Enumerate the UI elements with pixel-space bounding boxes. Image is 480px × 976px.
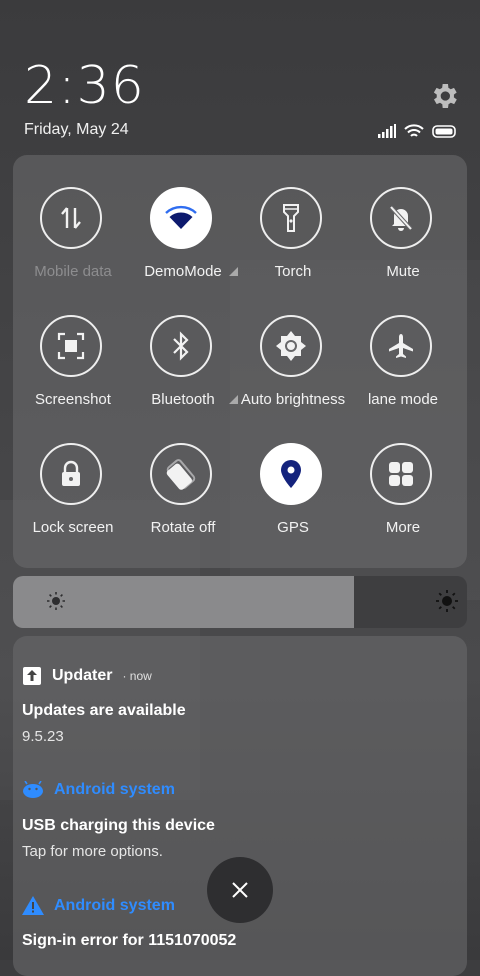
tile-bluetooth[interactable]: Bluetooth xyxy=(128,315,238,435)
tile-auto-brightness[interactable]: Auto brightness xyxy=(238,315,348,435)
airplane-toggle[interactable] xyxy=(370,315,432,377)
lock-toggle[interactable] xyxy=(40,443,102,505)
torch-toggle[interactable] xyxy=(260,187,322,249)
location-pin-toggle[interactable] xyxy=(260,443,322,505)
rotate-icon xyxy=(164,457,198,491)
mute-bell-icon xyxy=(388,204,414,232)
auto-brightness-icon xyxy=(274,329,308,363)
screenshot-icon xyxy=(57,332,85,360)
tile-gps[interactable]: GPS xyxy=(238,443,348,563)
tile-label: More xyxy=(385,519,421,536)
notification-text: 9.5.23 xyxy=(22,728,64,745)
bluetooth-toggle[interactable] xyxy=(150,315,212,377)
notification-title: Updates are available xyxy=(22,702,186,719)
close-icon xyxy=(232,882,248,898)
location-pin-icon xyxy=(280,459,302,489)
status-bar xyxy=(378,122,458,140)
notification-panel xyxy=(13,636,467,976)
tile-screenshot[interactable]: Screenshot xyxy=(18,315,128,435)
notification-title: USB charging this device xyxy=(22,817,215,834)
tile-label: Mute xyxy=(386,263,420,280)
rotate-toggle[interactable] xyxy=(150,443,212,505)
notification-time-value: now xyxy=(129,669,152,683)
clear-all-button[interactable] xyxy=(207,857,273,923)
notification-app-name: Android system xyxy=(54,896,175,914)
grid-toggle[interactable] xyxy=(370,443,432,505)
tile-torch[interactable]: Torch xyxy=(238,187,348,307)
clock: 2:36 xyxy=(24,56,145,116)
wifi-toggle[interactable] xyxy=(150,187,212,249)
tile-rotate-off[interactable]: Rotate off xyxy=(128,443,238,563)
notification-header: Android system xyxy=(22,896,175,915)
signal-icon xyxy=(378,124,396,138)
bluetooth-icon xyxy=(171,331,191,361)
wifi-status-icon xyxy=(404,123,424,137)
tile-label: lane mode xyxy=(367,391,439,408)
notification-app-name: Updater xyxy=(52,667,113,684)
warning-icon xyxy=(22,896,44,915)
notification-app-name: Android system xyxy=(54,781,175,798)
grid-icon xyxy=(387,460,415,488)
torch-icon xyxy=(281,203,301,233)
tile-lane-mode[interactable]: lane mode xyxy=(348,315,458,435)
brightness-high-icon xyxy=(436,590,458,612)
battery-icon xyxy=(432,124,456,138)
upload-arrow-icon xyxy=(23,667,41,685)
airplane-icon xyxy=(387,332,415,360)
tile-mute[interactable]: Mute xyxy=(348,187,458,307)
auto-brightness-toggle[interactable] xyxy=(260,315,322,377)
notification-text: Tap for more options. xyxy=(22,843,163,860)
brightness-slider[interactable] xyxy=(13,576,467,628)
mobile-data-icon xyxy=(58,205,84,231)
date-label: Friday, May 24 xyxy=(24,121,129,138)
tile-demomode[interactable]: DemoMode xyxy=(128,187,238,307)
notification-header: Android system xyxy=(22,781,175,799)
tile-lock-screen[interactable]: Lock screen xyxy=(18,443,128,563)
brightness-low-icon xyxy=(47,592,65,610)
notification-time: · now xyxy=(122,669,152,683)
tile-more[interactable]: More xyxy=(348,443,458,563)
wifi-icon xyxy=(163,205,199,231)
android-icon xyxy=(23,781,43,798)
tile-mobile-data[interactable]: Mobile data xyxy=(18,187,128,307)
notification-title: Sign-in error for 1151070052 xyxy=(22,932,237,949)
settings-gear-icon[interactable] xyxy=(428,80,460,112)
mobile-data-toggle[interactable] xyxy=(40,187,102,249)
screenshot-toggle[interactable] xyxy=(40,315,102,377)
lock-icon xyxy=(59,460,83,488)
mute-bell-toggle[interactable] xyxy=(370,187,432,249)
notification-header: Updater · now xyxy=(22,666,152,686)
